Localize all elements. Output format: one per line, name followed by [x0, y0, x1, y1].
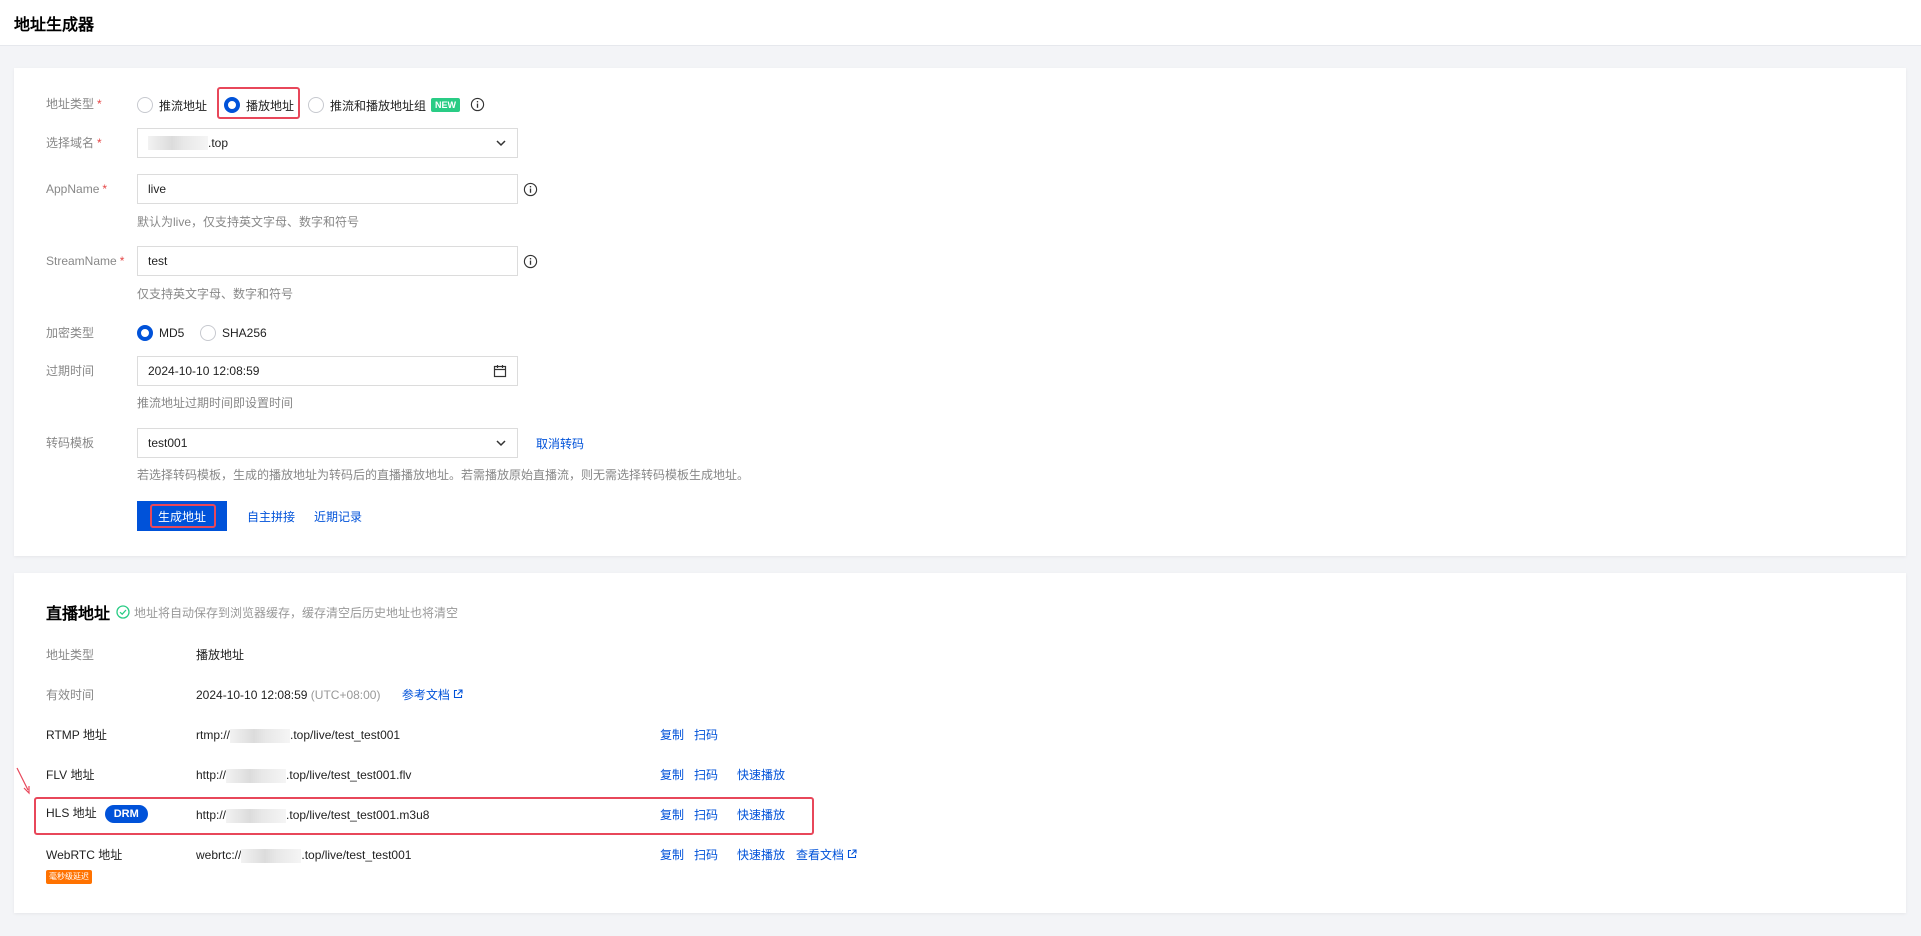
domain-select[interactable]: .top [137, 128, 518, 158]
calendar-icon [493, 365, 507, 378]
hls-scan-button[interactable]: 扫码 [694, 807, 718, 823]
streamname-label: StreamName * [46, 254, 125, 268]
generate-address-button[interactable]: 生成地址 [137, 501, 227, 531]
info-icon[interactable] [523, 182, 538, 197]
rtmp-url[interactable]: rtmp://.top/live/test_test001 [196, 727, 400, 743]
chevron-down-icon [496, 440, 506, 447]
live-address-card: 直播地址 地址将自动保存到浏览器缓存，缓存清空后历史地址也将清空 地址类型 播放… [14, 573, 1906, 913]
flv-copy-button[interactable]: 复制 [660, 767, 684, 783]
streamname-input[interactable]: test [137, 246, 518, 276]
expire-datepicker[interactable]: 2024-10-10 12:08:59 [137, 356, 518, 386]
radio-push-and-play-group[interactable]: 推流和播放地址组 NEW [308, 95, 461, 115]
radio-circle [200, 325, 216, 341]
valid-time-value: 2024-10-10 12:08:59 (UTC+08:00) 参考文档 [196, 687, 463, 703]
radio-sha256[interactable]: SHA256 [200, 323, 267, 343]
webrtc-url[interactable]: webrtc://.top/live/test_test001 [196, 847, 411, 863]
timezone-text: (UTC+08:00) [310, 688, 381, 702]
page-title: 地址生成器 [14, 17, 95, 34]
expire-label: 过期时间 [46, 364, 95, 378]
appname-help: 默认为live，仅支持英文字母、数字和符号 [137, 215, 360, 229]
rtmp-label: RTMP 地址 [46, 728, 107, 742]
radio-push-address[interactable]: 推流地址 [137, 95, 207, 115]
new-badge: NEW [431, 98, 461, 112]
section-note: 地址将自动保存到浏览器缓存，缓存清空后历史地址也将清空 [134, 605, 459, 620]
webrtc-copy-button[interactable]: 复制 [660, 847, 684, 863]
radio-md5[interactable]: MD5 [137, 323, 184, 343]
info-icon[interactable] [523, 254, 538, 269]
external-link-icon [848, 849, 857, 859]
transcode-help: 若选择转码模板，生成的播放地址为转码后的直播播放地址。若需播放原始直播流，则无需… [137, 468, 750, 482]
radio-play-address[interactable]: 播放地址 [224, 95, 294, 115]
address-type-label: 地址类型 * [46, 97, 102, 111]
radio-circle [308, 97, 324, 113]
reference-docs-link[interactable]: 参考文档 [402, 688, 450, 702]
result-type-value: 播放地址 [196, 648, 245, 662]
check-circle-icon [116, 605, 130, 619]
valid-time-label: 有效时间 [46, 688, 95, 702]
expire-help: 推流地址过期时间即设置时间 [137, 396, 294, 410]
webrtc-label: WebRTC 地址 [46, 848, 123, 862]
rtmp-scan-button[interactable]: 扫码 [694, 727, 718, 743]
info-icon[interactable] [470, 97, 485, 112]
transcode-label: 转码模板 [46, 436, 95, 450]
webrtc-view-docs-link[interactable]: 查看文档 [796, 847, 857, 863]
radio-circle [137, 325, 153, 341]
hls-quick-play-button[interactable]: 快速播放 [737, 807, 785, 823]
flv-scan-button[interactable]: 扫码 [694, 767, 718, 783]
encryption-label: 加密类型 [46, 326, 95, 340]
annotation-arrow-icon [16, 767, 30, 795]
external-link-icon [454, 689, 463, 699]
flv-url[interactable]: http://.top/live/test_test001.flv [196, 767, 411, 783]
masked-domain [226, 808, 287, 823]
section-title: 直播地址 地址将自动保存到浏览器缓存，缓存清空后历史地址也将清空 [46, 605, 459, 623]
radio-circle [224, 97, 240, 113]
cancel-transcode-link[interactable]: 取消转码 [536, 435, 584, 452]
webrtc-scan-button[interactable]: 扫码 [694, 847, 718, 863]
flv-label: FLV 地址 [46, 768, 95, 782]
appname-label: AppName * [46, 182, 108, 196]
generator-form-card: 地址类型 * 推流地址 播放地址 推流和播放地址组 NEW 选择域名 * .top … [14, 68, 1906, 556]
flv-quick-play-button[interactable]: 快速播放 [737, 767, 785, 783]
top-bar: 地址生成器 [0, 0, 1921, 46]
masked-domain [226, 768, 287, 783]
hls-url[interactable]: http://.top/live/test_test001.m3u8 [196, 807, 429, 823]
result-type-label: 地址类型 [46, 648, 95, 662]
radio-circle [137, 97, 153, 113]
recent-records-link[interactable]: 近期记录 [314, 508, 362, 525]
domain-label: 选择域名 * [46, 136, 102, 150]
transcode-select[interactable]: test001 [137, 428, 518, 458]
drm-badge: DRM [104, 805, 148, 823]
chevron-down-icon [496, 140, 506, 147]
hls-copy-button[interactable]: 复制 [660, 807, 684, 823]
custom-build-link[interactable]: 自主拼接 [247, 508, 295, 525]
hls-label: HLS 地址 DRM [46, 805, 148, 823]
masked-domain [148, 136, 208, 151]
ultra-low-latency-badge: 毫秒级延迟 [46, 868, 92, 884]
webrtc-quick-play-button[interactable]: 快速播放 [737, 847, 785, 863]
masked-domain [241, 848, 302, 863]
rtmp-copy-button[interactable]: 复制 [660, 727, 684, 743]
masked-domain [230, 728, 291, 743]
streamname-help: 仅支持英文字母、数字和符号 [137, 287, 294, 301]
appname-input[interactable]: live [137, 174, 518, 204]
